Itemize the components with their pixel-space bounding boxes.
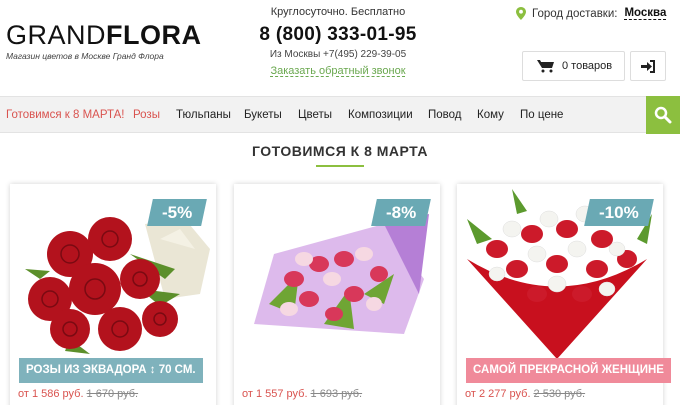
discount-badge: -8% [370, 199, 431, 226]
product-card-tulips[interactable]: -8% от 1 557 руб. 1 693 руб. [234, 184, 440, 405]
delivery-city: Город доставки: Москва [516, 7, 667, 20]
contacts-block: Круглосуточно. Бесплатно 8 (800) 333-01-… [248, 6, 428, 77]
search-button[interactable] [646, 96, 680, 134]
product-card-most-beautiful-woman[interactable]: -10% САМОЙ ПРЕКРАСНОЙ ЖЕНЩИНЕ от 2 277 р… [457, 184, 671, 405]
nav-item-compositions[interactable]: Композиции [348, 109, 413, 121]
working-hours: Круглосуточно. Бесплатно [270, 6, 406, 18]
logo-subtitle: Магазин цветов в Москве Гранд Флора [6, 51, 164, 61]
section-title: ГОТОВИМСЯ К 8 МАРТА [252, 143, 428, 159]
old-price: 1 670 руб. [86, 388, 139, 400]
product-title[interactable]: РОЗЫ ИЗ ЭКВАДОРА ↕ 70 СМ. [19, 358, 203, 383]
cart-icon [537, 60, 554, 73]
product-price: от 1 586 руб. 1 670 руб. [18, 388, 138, 400]
nav-item-bouquets[interactable]: Букеты [244, 109, 282, 121]
site-logo[interactable]: GRANDFLORA Магазин цветов в Москве Гранд… [6, 20, 202, 61]
search-icon [654, 106, 672, 124]
current-price: от 1 557 руб. [242, 388, 308, 400]
nav-item-march-8[interactable]: Готовимся к 8 МАРТА! [6, 109, 124, 121]
discount-badge: -5% [146, 199, 207, 226]
product-title[interactable]: САМОЙ ПРЕКРАСНОЙ ЖЕНЩИНЕ [466, 358, 671, 383]
site-header: GRANDFLORA Магазин цветов в Москве Гранд… [0, 0, 680, 95]
moscow-phone[interactable]: Из Москвы +7(495) 229-39-05 [248, 49, 428, 60]
location-pin-icon [516, 7, 526, 20]
logo-wordmark: GRANDFLORA [6, 20, 202, 50]
product-price: от 2 277 руб. 2 530 руб. [465, 388, 585, 400]
nav-item-by-price[interactable]: По цене [520, 109, 563, 121]
current-price: от 2 277 руб. [465, 388, 531, 400]
main-phone-link[interactable]: 8 (800) 333-01-95 [248, 24, 428, 46]
cart-count-label: 0 товаров [562, 60, 613, 72]
cart-button[interactable]: 0 товаров [522, 51, 625, 81]
discount-badge: -10% [584, 199, 654, 226]
delivery-city-label: Город доставки: [532, 7, 618, 20]
delivery-city-selector[interactable]: Москва [624, 7, 667, 20]
nav-item-occasion[interactable]: Повод [428, 109, 462, 121]
login-icon [641, 59, 655, 73]
nav-item-recipient[interactable]: Кому [477, 109, 504, 121]
nav-item-flowers[interactable]: Цветы [298, 109, 332, 121]
nav-item-roses[interactable]: Розы [133, 109, 160, 121]
callback-link[interactable]: Заказать обратный звонок [248, 65, 428, 77]
product-price: от 1 557 руб. 1 693 руб. [242, 388, 362, 400]
product-card-roses-ecuador[interactable]: -5% РОЗЫ ИЗ ЭКВАДОРА ↕ 70 СМ. от 1 586 р… [10, 184, 216, 405]
old-price: 1 693 руб. [310, 388, 363, 400]
current-price: от 1 586 руб. [18, 388, 84, 400]
old-price: 2 530 руб. [533, 388, 586, 400]
main-navigation: Готовимся к 8 МАРТА! Розы Тюльпаны Букет… [0, 96, 680, 134]
nav-item-tulips[interactable]: Тюльпаны [176, 109, 231, 121]
title-underline [316, 165, 364, 167]
login-button[interactable] [630, 51, 666, 81]
